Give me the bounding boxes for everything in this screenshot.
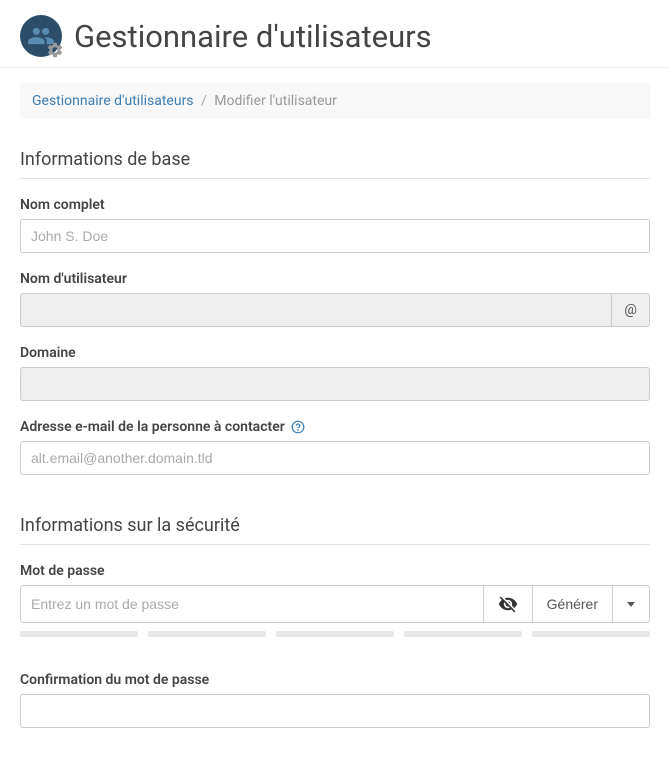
breadcrumb-root-link[interactable]: Gestionnaire d'utilisateurs [32,93,194,109]
fullname-label: Nom complet [20,197,650,213]
domain-label: Domaine [20,345,650,361]
eye-off-icon [498,594,518,614]
section-title-basic: Informations de base [20,149,650,179]
gear-icon [46,41,64,59]
strength-segment [532,631,650,637]
password-input[interactable] [20,585,484,623]
strength-segment [276,631,394,637]
domain-input [20,367,650,401]
breadcrumb-separator: / [201,93,207,109]
toggle-visibility-button[interactable] [484,585,533,623]
generate-button[interactable]: Générer [533,585,613,623]
confirm-password-label: Confirmation du mot de passe [20,672,650,688]
caret-down-icon [627,602,635,607]
section-title-security: Informations sur la sécurité [20,515,650,545]
username-label: Nom d'utilisateur [20,271,650,287]
help-icon[interactable] [291,420,305,434]
at-addon: @ [612,293,650,327]
page-header: Gestionnaire d'utilisateurs [0,0,670,68]
confirm-password-input[interactable] [20,694,650,728]
contact-email-input[interactable] [20,441,650,475]
username-input [20,293,612,327]
password-strength-bar [20,631,650,637]
contact-email-label: Adresse e-mail de la personne à contacte… [20,419,650,435]
fullname-input[interactable] [20,219,650,253]
breadcrumb-current: Modifier l'utilisateur [214,93,337,109]
password-label: Mot de passe [20,563,650,579]
strength-segment [20,631,138,637]
strength-segment [404,631,522,637]
breadcrumb: Gestionnaire d'utilisateurs / Modifier l… [20,83,650,119]
page-title: Gestionnaire d'utilisateurs [74,18,432,55]
strength-segment [148,631,266,637]
users-manager-icon [20,15,62,57]
generate-dropdown-button[interactable] [613,585,650,623]
